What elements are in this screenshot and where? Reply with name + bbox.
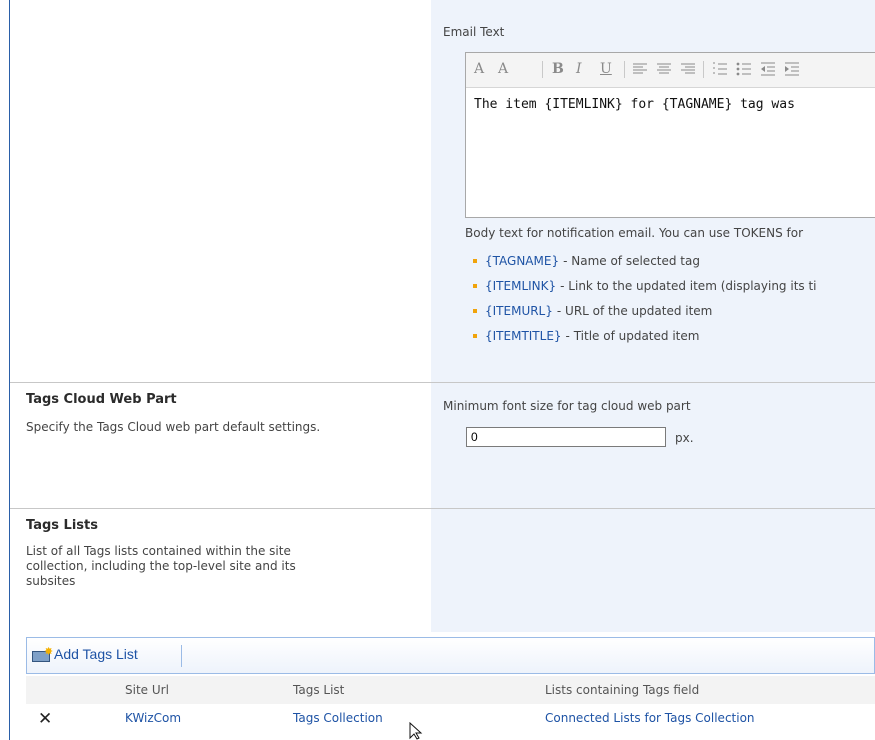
add-list-icon: ✸ — [32, 645, 53, 662]
numbered-list-icon[interactable] — [711, 59, 729, 79]
font-size-increase-icon[interactable]: A — [498, 59, 508, 79]
tags-lists-title: Tags Lists — [26, 518, 98, 533]
email-help-text: Body text for notification email. You ca… — [465, 226, 803, 240]
increase-indent-icon[interactable] — [783, 59, 801, 79]
email-text-label: Email Text — [443, 25, 505, 39]
toolbar-separator — [703, 61, 704, 78]
add-tags-list-button[interactable]: ✸ Add Tags List — [32, 645, 138, 662]
tags-cloud-description: Specify the Tags Cloud web part default … — [26, 420, 321, 434]
column-header-site-url[interactable]: Site Url — [125, 683, 169, 697]
min-font-size-label: Minimum font size for tag cloud web part — [443, 399, 691, 413]
editor-toolbar: A A B I U — [466, 53, 875, 88]
rich-text-editor[interactable]: A A B I U The item {ITEMLINK} for {TAGNA… — [465, 52, 875, 218]
align-right-icon[interactable] — [679, 59, 697, 79]
list-item: {ITEMURL} - URL of the updated item — [473, 298, 817, 323]
align-center-icon[interactable] — [655, 59, 673, 79]
min-font-size-input[interactable] — [466, 427, 666, 447]
grid-header: Site Url Tags List Lists containing Tags… — [26, 676, 875, 704]
section-divider — [10, 382, 875, 383]
underline-icon[interactable]: U — [600, 59, 612, 79]
unit-label: px. — [675, 431, 694, 445]
connected-lists-link[interactable]: Connected Lists for Tags Collection — [545, 711, 755, 725]
section-divider — [10, 508, 875, 509]
email-body-text[interactable]: The item {ITEMLINK} for {TAGNAME} tag wa… — [474, 97, 875, 112]
toolbar-separator — [542, 61, 543, 78]
token-description: - Link to the updated item (displaying i… — [560, 278, 817, 293]
token-name: {TAGNAME} — [485, 253, 560, 268]
tags-list-link[interactable]: Tags Collection — [293, 711, 383, 725]
toolbar-separator — [624, 61, 625, 78]
site-url-link[interactable]: KWizCom — [125, 711, 181, 725]
mouse-cursor-icon — [409, 722, 423, 740]
table-row: ✕ KWizCom Tags Collection Connected List… — [26, 704, 875, 732]
tags-lists-description: List of all Tags lists contained within … — [26, 544, 296, 589]
token-name: {ITEMTITLE} — [485, 328, 562, 343]
toolbar-divider — [181, 645, 182, 667]
decrease-indent-icon[interactable] — [759, 59, 777, 79]
token-description: - Title of updated item — [565, 328, 700, 343]
token-description: - Name of selected tag — [563, 253, 700, 268]
bullet-icon — [473, 258, 477, 263]
token-description: - URL of the updated item — [556, 303, 713, 318]
description-line: subsites — [26, 574, 76, 588]
token-name: {ITEMURL} — [485, 303, 553, 318]
tags-cloud-title: Tags Cloud Web Part — [26, 392, 177, 407]
bullet-icon — [473, 283, 477, 288]
delete-icon[interactable]: ✕ — [38, 709, 52, 729]
token-name: {ITEMLINK} — [485, 278, 557, 293]
bulleted-list-icon[interactable] — [735, 59, 753, 79]
description-line: List of all Tags lists contained within … — [26, 544, 291, 558]
column-header-tags-list[interactable]: Tags List — [293, 683, 344, 697]
tags-list-toolbar: ✸ Add Tags List — [26, 637, 875, 674]
font-size-decrease-icon[interactable]: A — [474, 59, 484, 79]
bullet-icon — [473, 308, 477, 313]
add-tags-list-label: Add Tags List — [54, 646, 138, 662]
list-item: {ITEMLINK} - Link to the updated item (di… — [473, 273, 817, 298]
align-left-icon[interactable] — [631, 59, 649, 79]
list-item: {ITEMTITLE} - Title of updated item — [473, 323, 817, 348]
bullet-icon — [473, 333, 477, 338]
column-header-lists-containing[interactable]: Lists containing Tags field — [545, 683, 699, 697]
left-border — [9, 0, 10, 740]
bold-icon[interactable]: B — [552, 59, 564, 79]
list-item: {TAGNAME} - Name of selected tag — [473, 248, 817, 273]
description-line: collection, including the top-level site… — [26, 559, 296, 573]
token-list: {TAGNAME} - Name of selected tag {ITEMLIN… — [473, 248, 817, 348]
italic-icon[interactable]: I — [576, 59, 582, 79]
